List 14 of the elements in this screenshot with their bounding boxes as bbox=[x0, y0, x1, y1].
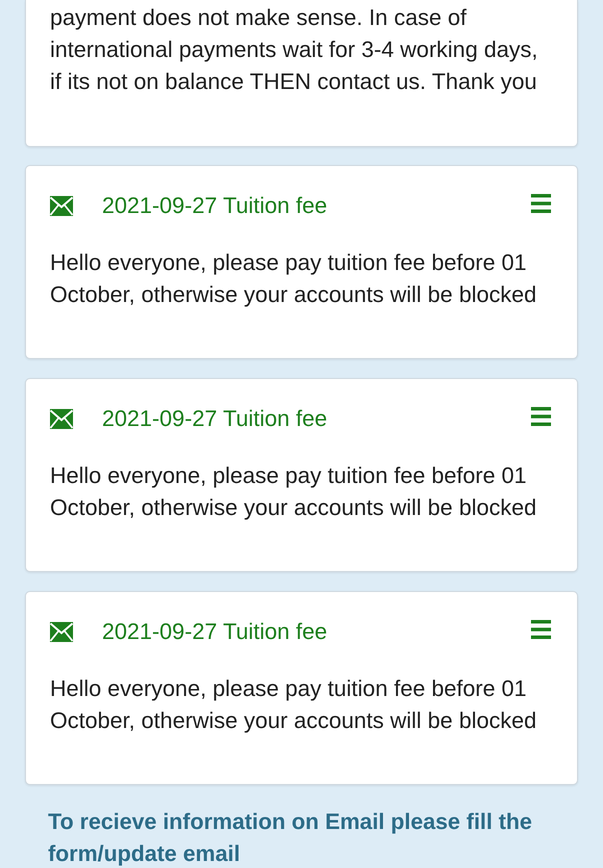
notice-text: Hello everyone, please pay tuition fee before 01 October, otherwise your accounts will be blocked bbox=[50, 675, 538, 735]
envelope-icon bbox=[50, 622, 73, 642]
notice-title: 2021-09-27 Tuition fee bbox=[102, 618, 328, 646]
menu-icon[interactable] bbox=[531, 194, 551, 212]
notice-text: Hello everyone, please pay tuition fee before 01 October, otherwise your accounts will be blocked bbox=[50, 462, 538, 522]
envelope-icon bbox=[50, 409, 73, 429]
notice-title: 2021-09-27 Tuition fee bbox=[102, 192, 328, 220]
notice-title: 2021-09-27 Tuition fee bbox=[102, 405, 328, 433]
envelope-icon bbox=[50, 196, 73, 216]
notice-text: payment does not make sense. In case of international payments wait for 3-4 working days, if its not on balance THEN contact us. Thank you bbox=[50, 4, 539, 96]
email-info-note: To recieve information on Email please fill the form/update email bbox=[47, 808, 534, 868]
menu-icon[interactable] bbox=[531, 406, 551, 426]
menu-icon[interactable] bbox=[531, 620, 551, 638]
notice-text: Hello everyone, please pay tuition fee before 01 October, otherwise your accounts will be blocked bbox=[50, 249, 538, 309]
